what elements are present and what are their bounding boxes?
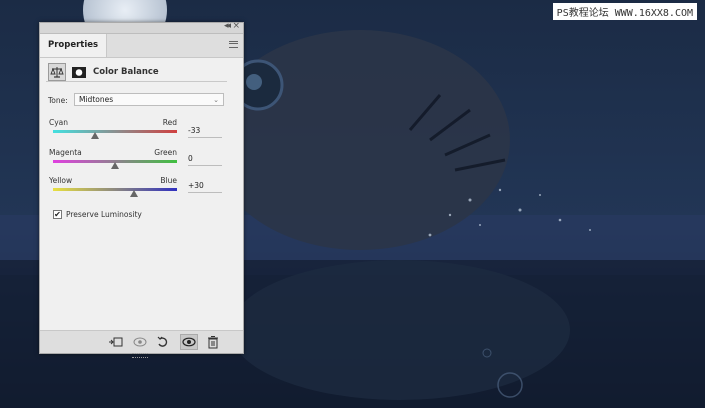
slider-right-label: Red (162, 118, 177, 127)
cyan-red-slider[interactable]: Cyan Red (49, 118, 177, 139)
tone-select[interactable]: Midtones ⌄ (74, 93, 224, 106)
magenta-green-value-field[interactable]: 0 (188, 154, 222, 166)
divider (46, 81, 227, 82)
properties-panel: ◂◂ × Properties Color Balance Tone: Midt… (39, 21, 244, 358)
preserve-luminosity-checkbox[interactable]: ✔ (53, 210, 62, 219)
slider-left-label: Yellow (49, 176, 73, 185)
fish-reflection (230, 260, 570, 400)
preserve-luminosity-label: Preserve Luminosity (66, 210, 142, 219)
panel-resize-grip[interactable] (132, 353, 148, 358)
yellow-blue-value-field[interactable]: +30 (188, 181, 222, 193)
slider-left-label: Magenta (49, 148, 82, 157)
panel-menu-icon[interactable] (229, 41, 238, 48)
slider-track[interactable] (53, 130, 177, 133)
clip-to-layer-icon[interactable] (108, 335, 124, 349)
chevron-down-icon: ⌄ (213, 96, 219, 104)
slider-track[interactable] (53, 188, 177, 191)
tab-properties[interactable]: Properties (40, 34, 108, 57)
close-panel-icon[interactable]: × (232, 21, 240, 31)
magenta-green-slider[interactable]: Magenta Green (49, 148, 177, 169)
layer-mask-icon[interactable] (70, 63, 88, 81)
view-previous-state-icon[interactable] (132, 335, 148, 349)
slider-right-label: Blue (160, 176, 177, 185)
cyan-red-value-field[interactable]: -33 (188, 126, 222, 138)
panel-scrollbar[interactable] (233, 85, 239, 333)
slider-thumb[interactable] (129, 190, 138, 197)
slider-left-label: Cyan (49, 118, 69, 127)
slider-thumb[interactable] (111, 162, 119, 169)
reset-icon[interactable] (155, 335, 171, 349)
slider-thumb[interactable] (90, 132, 99, 139)
yellow-blue-slider[interactable]: Yellow Blue (49, 176, 177, 197)
panel-titlebar[interactable]: ◂◂ × (40, 21, 243, 34)
visibility-eye-icon[interactable] (180, 334, 198, 350)
tone-label: Tone: (48, 96, 68, 105)
slider-right-label: Green (154, 148, 177, 157)
watermark-label: PS教程论坛 WWW.16XX8.COM (552, 3, 697, 20)
collapse-panel-icon[interactable]: ◂◂ (224, 21, 231, 31)
color-balance-adjustment-icon[interactable] (48, 63, 66, 81)
adjustment-name: Color Balance (93, 67, 159, 77)
delete-trash-icon[interactable] (205, 335, 221, 349)
tone-select-value: Midtones (79, 95, 114, 104)
panel-bottom-toolbar (40, 330, 243, 358)
